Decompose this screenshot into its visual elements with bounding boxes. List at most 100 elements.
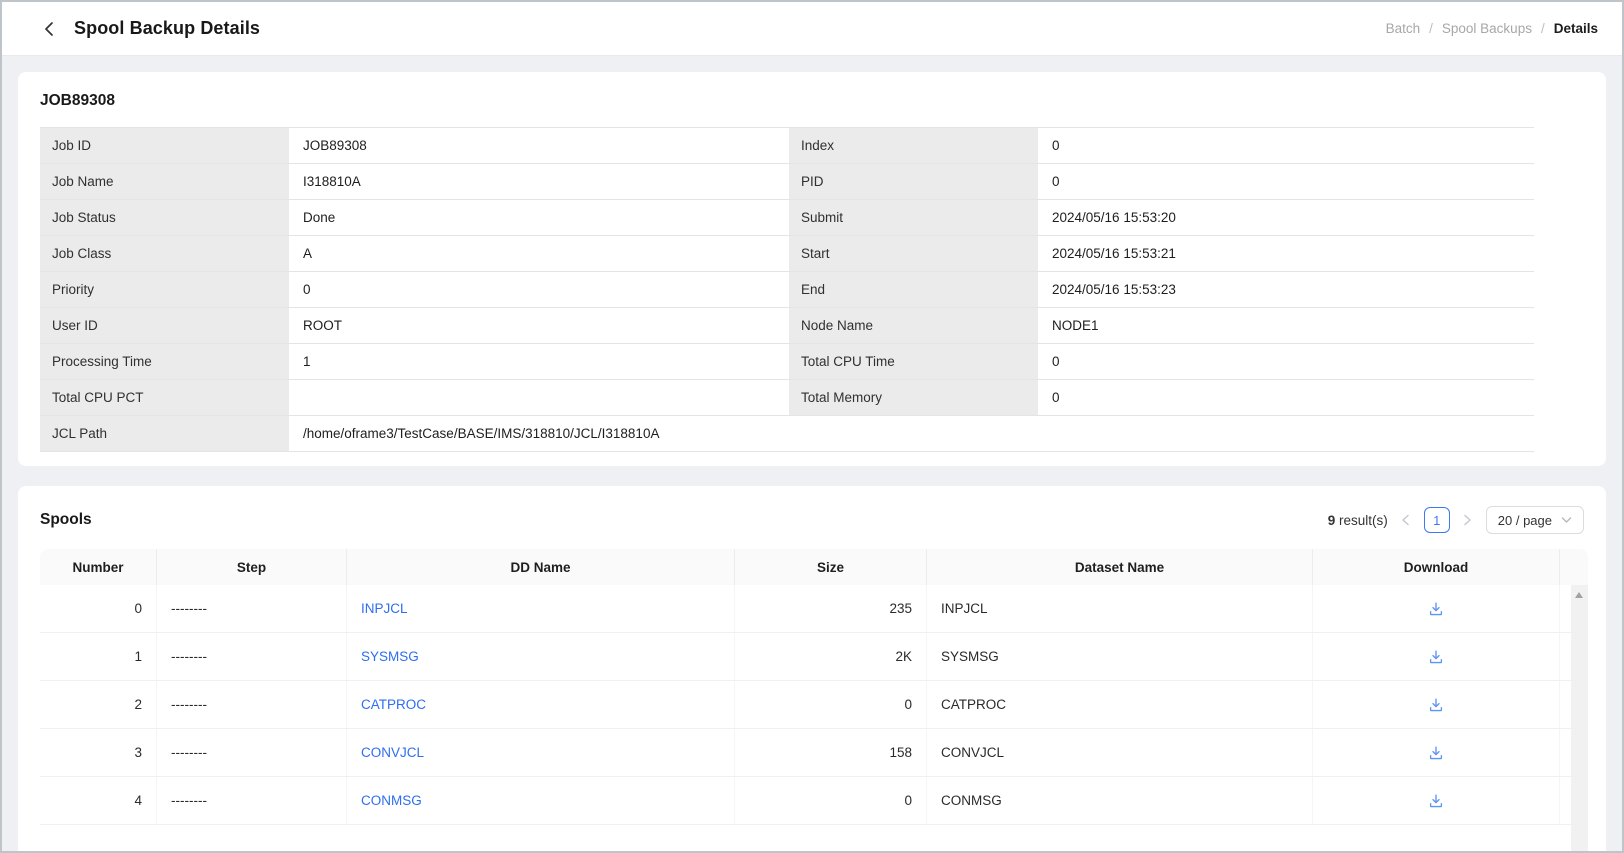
breadcrumb-batch[interactable]: Batch (1386, 21, 1421, 36)
page-title: Spool Backup Details (74, 18, 260, 39)
download-button[interactable] (1425, 598, 1447, 620)
download-icon (1428, 793, 1444, 809)
cell-dataset-name: SYSMSG (927, 633, 1313, 680)
download-button[interactable] (1425, 742, 1447, 764)
detail-label: Total Memory (789, 380, 1038, 416)
cell-number: 3 (40, 729, 157, 776)
table-row: 4 -------- CONMSG 0 CONMSG (40, 777, 1588, 825)
cell-size: 2K (735, 633, 927, 680)
download-icon (1428, 745, 1444, 761)
cell-number: 2 (40, 681, 157, 728)
column-header-dataset-name: Dataset Name (927, 549, 1313, 585)
spools-table-header: Number Step DD Name Size Dataset Name Do… (40, 549, 1588, 585)
column-header-download: Download (1313, 549, 1560, 585)
cell-dd-name: SYSMSG (347, 633, 735, 680)
column-header-dd-name: DD Name (347, 549, 735, 585)
detail-label: Job ID (40, 128, 289, 164)
spools-table-body: 0 -------- INPJCL 235 INPJCL 1 -------- … (40, 585, 1588, 825)
spools-table: Number Step DD Name Size Dataset Name Do… (40, 549, 1588, 825)
cell-step: -------- (157, 681, 347, 728)
cell-step: -------- (157, 729, 347, 776)
detail-value: 0 (1038, 128, 1534, 164)
download-icon (1428, 697, 1444, 713)
cell-dataset-name: INPJCL (927, 585, 1313, 632)
detail-value: 0 (1038, 344, 1534, 380)
prev-page-button[interactable] (1399, 513, 1413, 527)
cell-size: 158 (735, 729, 927, 776)
pagination: 9 result(s) 1 20 / page (1328, 506, 1584, 534)
spools-header: Spools 9 result(s) 1 20 / page (40, 506, 1584, 534)
job-id-title: JOB89308 (40, 92, 1584, 110)
cell-dd-name: CONVJCL (347, 729, 735, 776)
detail-label: Total CPU Time (789, 344, 1038, 380)
dd-name-link[interactable]: INPJCL (361, 601, 408, 616)
table-scrollbar[interactable] (1571, 585, 1588, 853)
cell-size: 0 (735, 777, 927, 824)
cell-step: -------- (157, 633, 347, 680)
cell-dataset-name: CONMSG (927, 777, 1313, 824)
cell-number: 1 (40, 633, 157, 680)
dd-name-link[interactable]: CONMSG (361, 793, 422, 808)
column-header-step: Step (157, 549, 347, 585)
dd-name-link[interactable]: CATPROC (361, 697, 426, 712)
cell-download (1313, 681, 1560, 728)
detail-label: Index (789, 128, 1038, 164)
detail-value: 2024/05/16 15:53:20 (1038, 200, 1534, 236)
download-button[interactable] (1425, 694, 1447, 716)
breadcrumb-separator: / (1429, 21, 1433, 36)
app-window: Spool Backup Details Batch / Spool Backu… (0, 0, 1624, 853)
detail-value: NODE1 (1038, 308, 1534, 344)
detail-value: Done (289, 200, 789, 236)
cell-download (1313, 777, 1560, 824)
back-button[interactable] (38, 18, 60, 40)
cell-step: -------- (157, 777, 347, 824)
table-row: 0 -------- INPJCL 235 INPJCL (40, 585, 1588, 633)
result-count: 9 result(s) (1328, 513, 1388, 528)
breadcrumb: Batch / Spool Backups / Details (1386, 21, 1598, 36)
dd-name-link[interactable]: SYSMSG (361, 649, 419, 664)
cell-size: 235 (735, 585, 927, 632)
dd-name-link[interactable]: CONVJCL (361, 745, 424, 760)
detail-value: 1 (289, 344, 789, 380)
cell-dd-name: CONMSG (347, 777, 735, 824)
download-icon (1428, 601, 1444, 617)
breadcrumb-spool-backups[interactable]: Spool Backups (1442, 21, 1532, 36)
spools-title: Spools (40, 511, 92, 529)
download-button[interactable] (1425, 790, 1447, 812)
table-row: 2 -------- CATPROC 0 CATPROC (40, 681, 1588, 729)
scroll-up-icon[interactable] (1575, 592, 1583, 598)
detail-label: Job Status (40, 200, 289, 236)
cell-dd-name: INPJCL (347, 585, 735, 632)
detail-value: I318810A (289, 164, 789, 200)
cell-dd-name: CATPROC (347, 681, 735, 728)
breadcrumb-details: Details (1554, 21, 1598, 36)
detail-value-jcl-path: /home/oframe3/TestCase/BASE/IMS/318810/J… (289, 416, 1534, 452)
page-size-select[interactable]: 20 / page (1486, 506, 1584, 534)
detail-label: Priority (40, 272, 289, 308)
detail-label: PID (789, 164, 1038, 200)
detail-label: Job Name (40, 164, 289, 200)
cell-download (1313, 729, 1560, 776)
download-button[interactable] (1425, 646, 1447, 668)
page-content: JOB89308 Job ID JOB89308 Index 0 Job Nam… (2, 56, 1622, 853)
job-details-card: JOB89308 Job ID JOB89308 Index 0 Job Nam… (18, 72, 1606, 466)
column-header-number: Number (40, 549, 157, 585)
download-icon (1428, 649, 1444, 665)
cell-number: 4 (40, 777, 157, 824)
cell-download (1313, 633, 1560, 680)
detail-value: 2024/05/16 15:53:23 (1038, 272, 1534, 308)
detail-value: 0 (1038, 380, 1534, 416)
detail-label: Processing Time (40, 344, 289, 380)
result-count-label: result(s) (1339, 513, 1388, 528)
result-count-number: 9 (1328, 513, 1336, 528)
cell-number: 0 (40, 585, 157, 632)
detail-label: JCL Path (40, 416, 289, 452)
detail-label: End (789, 272, 1038, 308)
chevron-left-icon (42, 21, 56, 37)
page-1-button[interactable]: 1 (1424, 507, 1450, 533)
detail-label: Job Class (40, 236, 289, 272)
job-details-table: Job ID JOB89308 Index 0 Job Name I318810… (40, 127, 1534, 452)
detail-value: 0 (1038, 164, 1534, 200)
next-page-button[interactable] (1461, 513, 1475, 527)
cell-dataset-name: CATPROC (927, 681, 1313, 728)
